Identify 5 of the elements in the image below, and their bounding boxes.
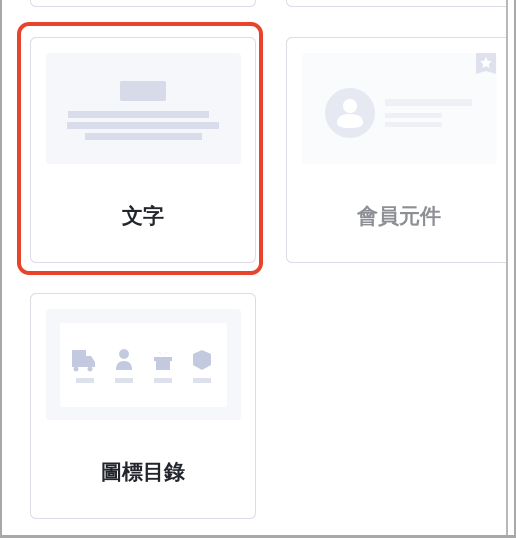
template-card[interactable]: 文字 — [30, 37, 256, 263]
template-card[interactable]: 圖標目錄 — [30, 293, 256, 519]
card-title: 文字 — [122, 204, 164, 230]
card-title: 圖標目錄 — [101, 460, 185, 486]
card-title: 會員元件 — [357, 204, 441, 230]
